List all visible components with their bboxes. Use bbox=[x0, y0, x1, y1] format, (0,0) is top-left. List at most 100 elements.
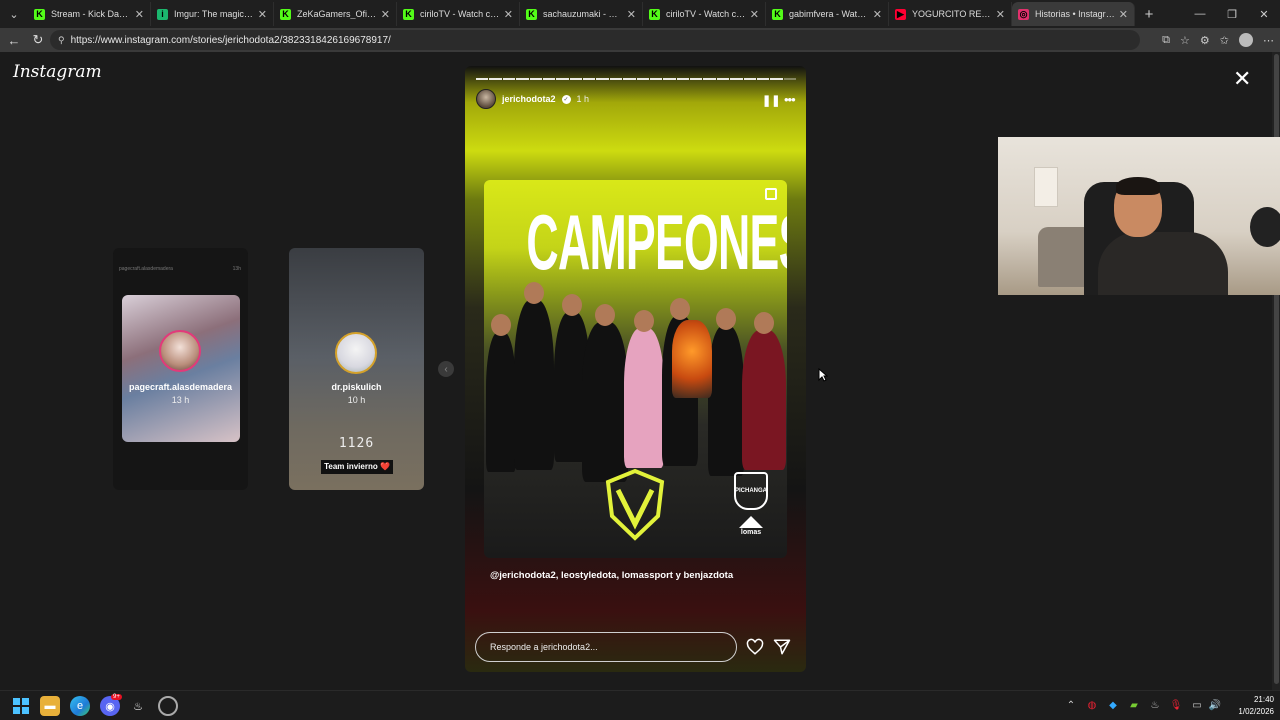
tab-actions-menu[interactable]: ⌄ bbox=[0, 0, 28, 28]
tab-title: ZeKaGamers_Oficial - W bbox=[297, 9, 377, 19]
address-bar-icons: ⧉ ☆ ⚙ ✩ ⋯ bbox=[1162, 28, 1274, 52]
profile-avatar[interactable] bbox=[1239, 33, 1253, 47]
browser-tab[interactable]: K Stream - Kick Dashboard ✕ bbox=[28, 2, 151, 26]
story-time: 1 h bbox=[576, 94, 590, 104]
tab-title: ciriloTV - Watch clips on bbox=[420, 9, 500, 19]
current-story[interactable]: jerichodota2 ✓ 1 h ❚❚ ••• CAMPEONES PICH… bbox=[465, 66, 806, 672]
tray-mic-icon[interactable]: 🎙 bbox=[1169, 698, 1183, 712]
story-preview-pagecraft[interactable]: pagecraft.alasdemadera 13h pagecraft.ala… bbox=[113, 248, 248, 490]
browser-tab[interactable]: K ZeKaGamers_Oficial - W ✕ bbox=[274, 2, 397, 26]
close-tab-icon[interactable]: ✕ bbox=[258, 8, 267, 21]
webcam-shelf bbox=[1034, 167, 1058, 207]
steam-icon[interactable]: ♨ bbox=[128, 696, 148, 716]
close-tab-icon[interactable]: ✕ bbox=[504, 8, 513, 21]
progress-segment bbox=[743, 78, 756, 80]
browser-tab[interactable]: Kgabimfvera - Watch clip ✕ bbox=[766, 2, 889, 26]
team-invierno-tag: Team invierno ❤️ bbox=[321, 460, 393, 474]
tray-display-icon[interactable]: ▭ bbox=[1190, 698, 1204, 712]
story-author-avatar[interactable] bbox=[476, 89, 496, 109]
tray-steam-icon[interactable]: ♨ bbox=[1148, 698, 1162, 712]
pause-icon[interactable]: ❚❚ bbox=[762, 94, 780, 107]
progress-segment bbox=[583, 78, 596, 80]
progress-segment bbox=[542, 78, 556, 80]
team-crest-logo bbox=[605, 468, 665, 541]
app-icon[interactable] bbox=[158, 696, 178, 716]
browser-tab[interactable]: ▶ YOGURCITO REMIX (fea ✕ bbox=[889, 2, 1012, 26]
progress-segment bbox=[649, 78, 663, 80]
discord-badge: 9+ bbox=[111, 694, 122, 700]
send-icon[interactable] bbox=[773, 638, 791, 656]
carousel-icon bbox=[765, 188, 777, 200]
mini-time: 13h bbox=[232, 266, 241, 272]
tray-overflow-chevron-icon[interactable]: ⌃ bbox=[1064, 698, 1078, 712]
tab-list: K Stream - Kick Dashboard ✕ i Imgur: The mag… bbox=[28, 0, 1135, 28]
story-preview-time: 10 h bbox=[347, 395, 366, 405]
story-counter-text: 1126 bbox=[338, 436, 375, 451]
reply-input[interactable]: Responde a jerichodota2... bbox=[475, 632, 737, 662]
lomas-logo: lomas bbox=[737, 516, 765, 540]
progress-segment bbox=[529, 78, 542, 80]
address-bar-row: ← ↻ ⚲ https://www.instagram.com/stories/… bbox=[0, 28, 1280, 52]
new-tab-button[interactable]: + bbox=[1135, 6, 1163, 23]
close-tab-icon[interactable]: ✕ bbox=[1119, 8, 1128, 21]
browser-tab[interactable]: Ksachauzumaki - Watch c ✕ bbox=[520, 2, 643, 26]
close-tab-icon[interactable]: ✕ bbox=[135, 8, 144, 21]
back-button[interactable]: ← bbox=[2, 28, 26, 52]
settings-more-icon[interactable]: ⋯ bbox=[1263, 34, 1274, 47]
browser-tab[interactable]: ◎ Historias • Instagram ✕ bbox=[1012, 2, 1135, 26]
progress-segment bbox=[609, 78, 623, 80]
progress-segment bbox=[596, 78, 609, 80]
progress-segment bbox=[489, 78, 502, 80]
tray-volume-icon[interactable]: 🔊 bbox=[1208, 698, 1222, 712]
taskbar-clock[interactable]: 21:40 1/02/2026 bbox=[1226, 694, 1274, 718]
tray-network-app-icon[interactable]: ◆ bbox=[1106, 698, 1120, 712]
story-progress-bar bbox=[476, 78, 796, 80]
start-windows-icon[interactable] bbox=[11, 696, 31, 716]
previous-story-chevron-icon[interactable]: ‹ bbox=[438, 361, 454, 377]
window-controls: — ❐ ✕ bbox=[1184, 0, 1280, 28]
verified-badge-icon: ✓ bbox=[561, 94, 571, 104]
split-screen-icon[interactable]: ⧉ bbox=[1162, 34, 1170, 47]
restore-button[interactable]: ❐ bbox=[1216, 0, 1248, 28]
browser-tab[interactable]: KciriloTV - Watch clips on ✕ bbox=[397, 2, 520, 26]
close-tab-icon[interactable]: ✕ bbox=[381, 8, 390, 21]
progress-segment bbox=[476, 78, 489, 80]
reply-placeholder: Responde a jerichodota2... bbox=[490, 642, 598, 652]
browser-tab[interactable]: KciriloTV - Watch clips on ✕ bbox=[643, 2, 766, 26]
tray-nvidia-icon[interactable]: ▰ bbox=[1127, 698, 1141, 712]
progress-segment bbox=[556, 78, 569, 80]
file-explorer-icon[interactable]: ▬ bbox=[40, 696, 60, 716]
refresh-button[interactable]: ↻ bbox=[26, 28, 50, 52]
progress-segment bbox=[690, 78, 703, 80]
story-preview-username: pagecraft.alasdemadera bbox=[128, 382, 233, 392]
tab-title: Stream - Kick Dashboard bbox=[51, 9, 131, 19]
progress-segment bbox=[756, 78, 770, 80]
story-mentions[interactable]: @jerichodota2, leostyledota, lomassport … bbox=[490, 570, 733, 581]
browser-tab[interactable]: i Imgur: The magic of the ✕ bbox=[151, 2, 274, 26]
site-info-icon[interactable]: ⚲ bbox=[58, 35, 65, 46]
close-stories-button[interactable]: ✕ bbox=[1233, 66, 1251, 92]
windows-taskbar: ▬ e ◉ 9+ ♨ ⌃ ◍ ◆ ▰ ♨ 🎙 ▭ 🔊 21:40 1/02/20… bbox=[0, 690, 1280, 720]
more-options-icon[interactable]: ••• bbox=[784, 92, 796, 107]
favorite-star-icon[interactable]: ☆ bbox=[1180, 34, 1190, 47]
tab-favicon-icon: i bbox=[157, 8, 168, 20]
close-tab-icon[interactable]: ✕ bbox=[873, 8, 882, 21]
tray-app-icon[interactable]: ◍ bbox=[1085, 698, 1099, 712]
progress-segment bbox=[623, 78, 636, 80]
close-tab-icon[interactable]: ✕ bbox=[627, 8, 636, 21]
url-field[interactable]: ⚲ https://www.instagram.com/stories/jeri… bbox=[50, 30, 1140, 50]
story-preview-username: dr.piskulich bbox=[331, 382, 382, 392]
close-tab-icon[interactable]: ✕ bbox=[750, 8, 759, 21]
instagram-logo[interactable]: Instagram bbox=[13, 62, 102, 82]
edge-browser-icon[interactable]: e bbox=[70, 696, 90, 716]
favorites-icon[interactable]: ✩ bbox=[1220, 34, 1229, 47]
story-author-username[interactable]: jerichodota2 bbox=[502, 94, 556, 104]
tab-title: ciriloTV - Watch clips on bbox=[666, 9, 746, 19]
close-tab-icon[interactable]: ✕ bbox=[996, 8, 1005, 21]
story-preview-drpiskulich[interactable]: dr.piskulich 10 h 1126 Team invierno ❤️ bbox=[289, 248, 424, 490]
extensions-icon[interactable]: ⚙ bbox=[1200, 34, 1210, 47]
heart-icon[interactable] bbox=[746, 638, 764, 656]
close-window-button[interactable]: ✕ bbox=[1248, 0, 1280, 28]
progress-segment bbox=[770, 78, 783, 80]
minimize-button[interactable]: — bbox=[1184, 0, 1216, 28]
